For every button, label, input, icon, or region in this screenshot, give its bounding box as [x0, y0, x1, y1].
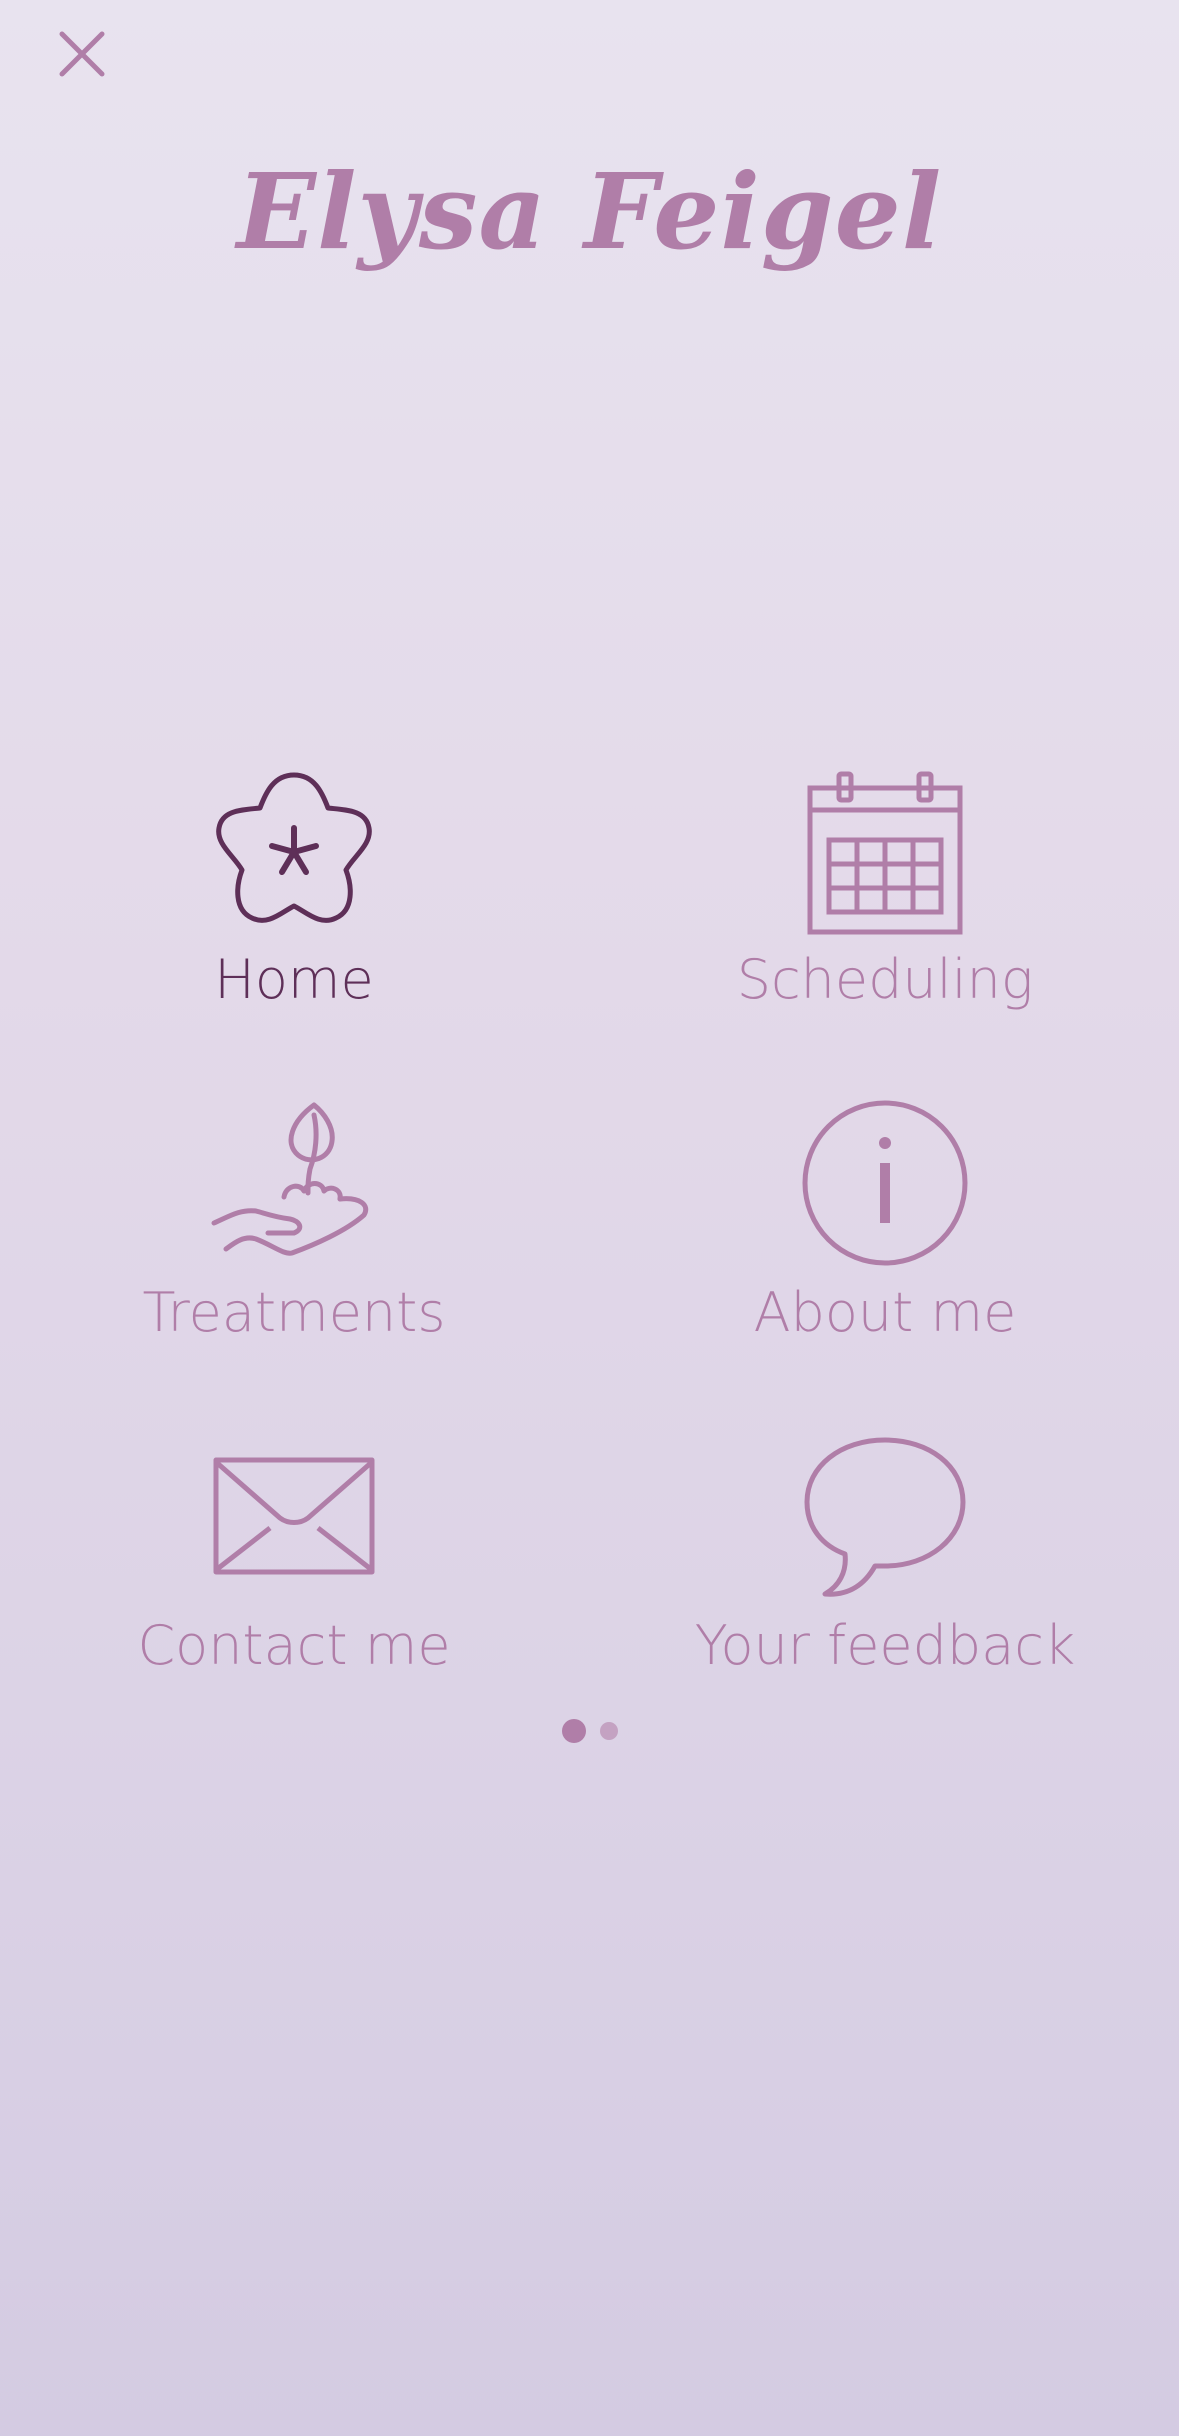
menu-item-label: Contact me — [137, 1614, 451, 1677]
speech-bubble-icon — [795, 1426, 975, 1606]
menu-item-scheduling[interactable]: Scheduling — [615, 760, 1155, 1030]
calendar-icon — [795, 760, 975, 940]
menu-item-label: Treatments — [142, 1281, 446, 1344]
hand-leaf-icon — [204, 1093, 384, 1273]
close-icon — [59, 31, 105, 77]
menu-item-contact[interactable]: Contact me — [24, 1426, 564, 1696]
close-button[interactable] — [50, 22, 114, 86]
menu-item-about[interactable]: About me — [615, 1093, 1155, 1363]
envelope-icon — [204, 1426, 384, 1606]
menu-item-treatments[interactable]: Treatments — [24, 1093, 564, 1363]
menu-item-label: Scheduling — [736, 948, 1034, 1011]
brand-logo-title: Elysa Feigel — [236, 150, 943, 273]
page-dot-2[interactable] — [599, 1722, 618, 1740]
page-indicator — [0, 1718, 1179, 1744]
menu-item-label: Home — [214, 948, 374, 1011]
info-icon — [795, 1093, 975, 1273]
menu-item-feedback[interactable]: Your feedback — [615, 1426, 1155, 1696]
menu-item-home[interactable]: Home — [24, 760, 564, 1030]
flower-icon — [204, 760, 384, 940]
page-dot-1[interactable] — [561, 1719, 586, 1743]
menu-item-label: Your feedback — [694, 1614, 1076, 1677]
menu-item-label: About me — [753, 1281, 1017, 1344]
